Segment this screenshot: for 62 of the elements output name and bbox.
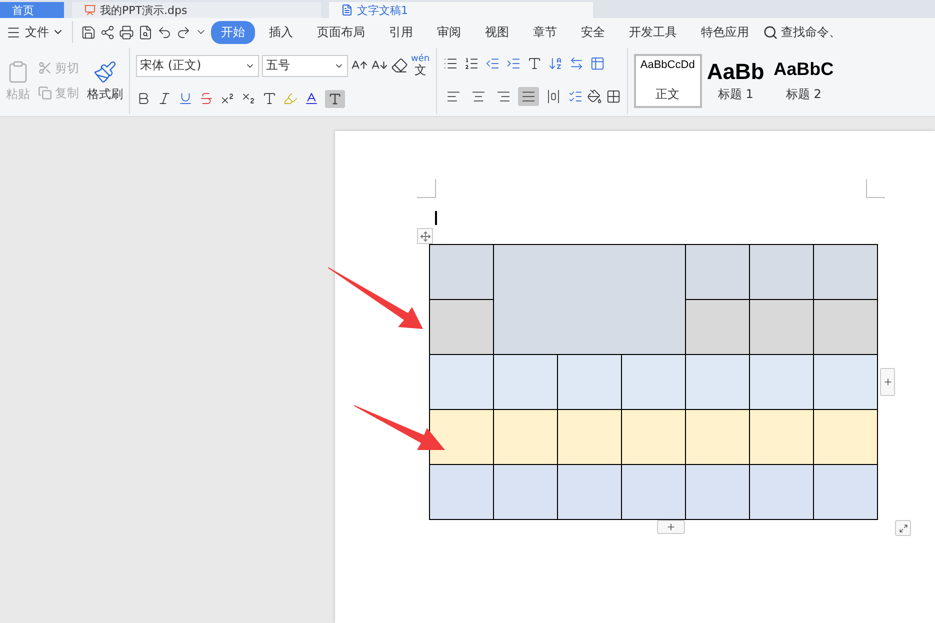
margin-corner-mark bbox=[866, 179, 885, 198]
command-search[interactable]: 查找命令、 bbox=[763, 24, 841, 40]
ribbon-tab[interactable]: 引用 bbox=[379, 20, 423, 44]
decrease-indent-icon[interactable] bbox=[484, 56, 500, 71]
search-icon bbox=[763, 24, 778, 40]
copy-icon bbox=[38, 86, 52, 100]
table-resize-handle[interactable] bbox=[895, 520, 911, 536]
margin-corner-mark bbox=[417, 179, 436, 198]
print-preview-icon[interactable] bbox=[138, 24, 153, 40]
menu-icon[interactable] bbox=[6, 24, 21, 40]
ribbon-tab[interactable]: 开发工具 bbox=[619, 20, 687, 44]
style-preset[interactable]: AaBbCcDd 正文 bbox=[634, 54, 702, 108]
resize-icon bbox=[898, 524, 908, 532]
style-preset[interactable]: AaBbC 标题 2 bbox=[770, 54, 838, 108]
align-icon bbox=[470, 89, 486, 104]
ribbon-tab[interactable]: 视图 bbox=[475, 20, 519, 44]
document-tab[interactable]: 文字文稿1 bbox=[329, 2, 593, 18]
text-cursor bbox=[435, 211, 437, 225]
ribbon-tab[interactable]: 特色应用 bbox=[691, 20, 759, 44]
style-preset[interactable]: AaBb 标题 1 bbox=[702, 54, 770, 108]
undo-icon[interactable] bbox=[157, 24, 172, 40]
font-size-field[interactable]: 五号 bbox=[262, 54, 348, 76]
plus-icon bbox=[666, 522, 676, 532]
increase-indent-icon[interactable] bbox=[506, 56, 521, 71]
document-tab[interactable]: 首页 bbox=[0, 2, 64, 18]
sort-icon[interactable] bbox=[548, 56, 563, 71]
redo-icon[interactable] bbox=[176, 24, 191, 40]
ribbon-tab[interactable]: 插入 bbox=[259, 20, 303, 44]
underline-icon[interactable] bbox=[178, 91, 193, 106]
ribbon-tab[interactable]: 页面布局 bbox=[307, 20, 375, 44]
add-column-button[interactable] bbox=[880, 368, 895, 396]
borders-icon[interactable] bbox=[606, 89, 621, 104]
paintbrush-icon bbox=[93, 60, 117, 84]
scissors-icon bbox=[38, 61, 52, 75]
align-icon bbox=[520, 89, 536, 104]
plus-icon bbox=[882, 377, 892, 387]
italic-icon[interactable] bbox=[157, 91, 172, 106]
add-row-button[interactable] bbox=[657, 520, 685, 534]
document-tab[interactable]: 我的PPT演示.dps bbox=[72, 2, 321, 18]
file-menu[interactable]: 文件 bbox=[25, 24, 64, 40]
superscript-icon[interactable] bbox=[220, 91, 235, 106]
align-icon bbox=[496, 89, 511, 104]
print-icon[interactable] bbox=[119, 24, 134, 40]
ribbon-tab[interactable]: 安全 bbox=[571, 20, 615, 44]
save-icon[interactable] bbox=[81, 24, 96, 40]
move-icon bbox=[420, 230, 430, 242]
numbered-list-icon[interactable] bbox=[464, 56, 479, 71]
pinyin-guide-button[interactable]: wén 文 bbox=[411, 54, 430, 76]
ribbon-tab[interactable]: 审阅 bbox=[427, 20, 471, 44]
align-icon bbox=[446, 89, 461, 104]
strikethrough-icon[interactable] bbox=[199, 91, 214, 106]
font-name-field[interactable]: 宋体 (正文) bbox=[136, 54, 259, 76]
subscript-icon[interactable] bbox=[241, 91, 256, 106]
shading-icon[interactable] bbox=[586, 89, 602, 104]
ribbon-tab[interactable]: 章节 bbox=[523, 20, 567, 44]
format-painter-button[interactable]: 格式刷 bbox=[87, 60, 123, 102]
align-button[interactable] bbox=[518, 87, 539, 106]
font-color-icon[interactable] bbox=[304, 91, 319, 106]
clear-format-icon[interactable] bbox=[391, 57, 408, 74]
ribbon-tab[interactable]: 开始 bbox=[211, 20, 255, 44]
table-move-handle[interactable] bbox=[417, 228, 433, 244]
align-icon bbox=[546, 89, 561, 104]
